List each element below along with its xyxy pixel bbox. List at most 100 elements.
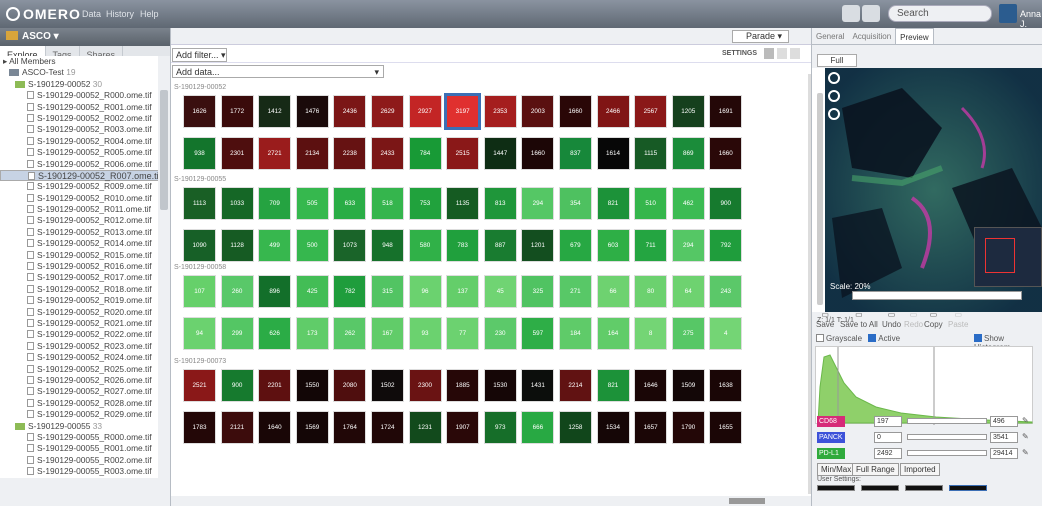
tree-dataset[interactable]: S-190129-00052 30 — [0, 79, 158, 90]
tree-image[interactable]: S-190129-00052_R010.ome.tif — [0, 193, 158, 204]
well[interactable]: 837 — [559, 138, 591, 169]
tree-image[interactable]: S-190129-00052_R027.ome.tif — [0, 386, 158, 397]
well[interactable]: 626 — [259, 318, 291, 349]
tree-image[interactable]: S-190129-00052_R007.ome.tif — [0, 169, 158, 182]
well[interactable]: 1724 — [371, 412, 403, 443]
tree-image[interactable]: S-190129-00052_R020.ome.tif — [0, 307, 158, 318]
well[interactable]: 260 — [221, 276, 253, 307]
t-slider[interactable] — [852, 291, 1022, 300]
well[interactable]: 1655 — [710, 412, 742, 443]
well[interactable]: 2353 — [484, 96, 516, 127]
well[interactable]: 1626 — [184, 96, 215, 127]
well[interactable]: 2134 — [296, 138, 328, 169]
well[interactable]: 900 — [710, 188, 742, 219]
well[interactable]: 2629 — [371, 96, 403, 127]
well[interactable]: 2721 — [259, 138, 291, 169]
well[interactable]: 1660 — [559, 96, 591, 127]
active-checkbox[interactable] — [868, 334, 877, 342]
well[interactable]: 45 — [484, 276, 516, 307]
data-tree[interactable]: ▸ All Members ASCO-Test 19 S-190129-00052 … — [0, 56, 158, 478]
well[interactable]: 1640 — [259, 412, 291, 443]
tree-image[interactable]: S-190129-00052_R000.ome.tif — [0, 90, 158, 101]
search-tool-icon[interactable] — [842, 5, 860, 22]
well[interactable]: 271 — [559, 276, 591, 307]
well[interactable]: 275 — [672, 318, 704, 349]
well[interactable]: 1431 — [522, 370, 554, 401]
user-setting-thumb-4[interactable] — [949, 485, 987, 491]
tree-image[interactable]: S-190129-00055_R002.ome.tif — [0, 455, 158, 466]
well[interactable]: 753 — [409, 188, 441, 219]
well[interactable]: 2567 — [635, 96, 667, 127]
chart-view-icon[interactable] — [790, 48, 800, 59]
viewport-indicator[interactable] — [985, 238, 1015, 273]
tree-image[interactable]: S-190129-00055_R000.ome.tif — [0, 432, 158, 443]
add-data-select[interactable]: Add data... ▾ — [172, 65, 384, 78]
tree-image[interactable]: S-190129-00052_R025.ome.tif — [0, 364, 158, 375]
well[interactable]: 1231 — [409, 412, 441, 443]
channel-range-slider[interactable] — [907, 450, 987, 456]
user-setting-thumb-2[interactable] — [861, 485, 899, 491]
well[interactable]: 2301 — [221, 138, 253, 169]
tree-image[interactable]: S-190129-00052_R006.ome.tif — [0, 159, 158, 170]
well[interactable]: 77 — [447, 318, 479, 349]
color-picker-icon[interactable]: ✎ — [1022, 416, 1029, 425]
well[interactable]: 2466 — [597, 96, 629, 127]
well[interactable]: 243 — [710, 276, 742, 307]
save-button[interactable]: ▭ Save — [816, 310, 834, 329]
save-to-all-button[interactable]: ▭ Save to All — [840, 310, 878, 329]
tree-image[interactable]: S-190129-00052_R019.ome.tif — [0, 295, 158, 306]
well[interactable]: 597 — [522, 318, 554, 349]
well[interactable]: 1258 — [559, 412, 591, 443]
well[interactable]: 137 — [447, 276, 479, 307]
tree-image[interactable]: S-190129-00052_R024.ome.tif — [0, 352, 158, 363]
well[interactable]: 900 — [221, 370, 253, 401]
well[interactable]: 4 — [710, 318, 742, 349]
user-setting-thumb-1[interactable] — [817, 485, 855, 491]
well[interactable]: 2521 — [184, 370, 215, 401]
add-filter-select[interactable]: Add filter... ▾ — [172, 48, 227, 62]
paste-button[interactable]: ▭ Paste — [948, 310, 968, 329]
channel-max-input[interactable]: 3541 — [990, 432, 1018, 443]
well[interactable]: 783 — [447, 230, 479, 261]
well[interactable]: 94 — [184, 318, 215, 349]
list-view-icon[interactable] — [777, 48, 787, 59]
well[interactable]: 938 — [184, 138, 215, 169]
parade-dropdown[interactable]: Parade ▾ — [732, 30, 789, 43]
grid-view-icon[interactable] — [764, 48, 774, 59]
well[interactable]: 1201 — [522, 230, 554, 261]
zoom-in-icon[interactable] — [828, 72, 840, 84]
channel-range-slider[interactable] — [907, 418, 987, 424]
nav-help[interactable]: Help — [140, 9, 159, 19]
reset-zoom-icon[interactable] — [828, 90, 840, 102]
image-viewer[interactable]: Scale: 20% — [812, 68, 1042, 312]
well[interactable]: 2927 — [409, 96, 441, 127]
well[interactable]: 1033 — [221, 188, 253, 219]
grayscale-checkbox[interactable] — [816, 334, 824, 342]
user-avatar-icon[interactable] — [999, 4, 1017, 23]
zoom-out-icon[interactable] — [828, 108, 840, 120]
well[interactable]: 1638 — [710, 370, 742, 401]
tree-image[interactable]: S-190129-00052_R021.ome.tif — [0, 318, 158, 329]
channel-toggle[interactable]: PD-L1 — [817, 448, 845, 459]
tree-image[interactable]: S-190129-00052_R001.ome.tif — [0, 102, 158, 113]
well[interactable]: 1113 — [184, 188, 215, 219]
well[interactable]: 173 — [296, 318, 328, 349]
tree-image[interactable]: S-190129-00052_R016.ome.tif — [0, 261, 158, 272]
tree-image[interactable]: S-190129-00052_R018.ome.tif — [0, 284, 158, 295]
tree-image[interactable]: S-190129-00052_R023.ome.tif — [0, 341, 158, 352]
tree-scroll-thumb[interactable] — [160, 90, 168, 210]
well[interactable]: 96 — [409, 276, 441, 307]
well[interactable]: 1502 — [371, 370, 403, 401]
group-selector[interactable]: ASCO ▾ — [0, 28, 170, 46]
channel-max-input[interactable]: 29414 — [990, 448, 1018, 459]
tree-image[interactable]: S-190129-00052_R015.ome.tif — [0, 250, 158, 261]
tab-preview[interactable]: Preview — [895, 28, 934, 44]
tab-general[interactable]: General — [812, 28, 848, 44]
well[interactable]: 3197 — [447, 96, 479, 127]
well[interactable]: 1790 — [672, 412, 704, 443]
well[interactable]: 1783 — [184, 412, 215, 443]
well[interactable]: 80 — [635, 276, 667, 307]
color-picker-icon[interactable]: ✎ — [1022, 448, 1029, 457]
well[interactable]: 896 — [259, 276, 291, 307]
well[interactable]: 948 — [371, 230, 403, 261]
